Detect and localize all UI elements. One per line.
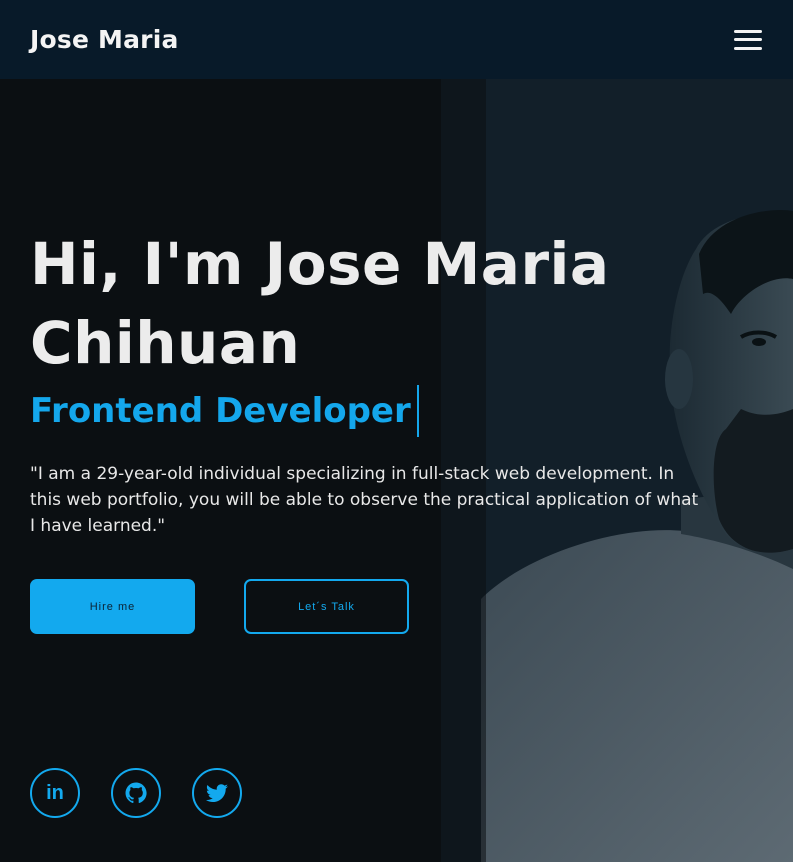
github-icon[interactable] <box>111 768 161 818</box>
hero-title-line2: Chihuan <box>30 309 301 377</box>
hero-content: Hi, I'm Jose Maria Chihuan Frontend Deve… <box>30 225 710 539</box>
hero-title: Hi, I'm Jose Maria Chihuan <box>30 225 710 383</box>
site-logo[interactable]: Jose Maria <box>30 25 179 54</box>
site-header: Jose Maria <box>0 0 793 79</box>
github-glyph <box>125 782 147 804</box>
twitter-icon[interactable] <box>192 768 242 818</box>
menu-bar <box>734 46 762 50</box>
hero-title-line1: Hi, I'm Jose Maria <box>30 230 610 298</box>
linkedin-icon[interactable]: in <box>30 768 80 818</box>
twitter-glyph <box>206 784 228 802</box>
bio-paragraph: "I am a 29-year-old individual specializ… <box>30 464 699 536</box>
menu-bar <box>734 38 762 41</box>
role-subtitle: Frontend Developer <box>30 385 419 437</box>
linkedin-glyph: in <box>46 781 64 804</box>
typing-cursor <box>416 385 419 437</box>
lets-talk-button[interactable]: Let´s Talk <box>244 579 409 634</box>
hire-me-button[interactable]: Hire me <box>30 579 195 634</box>
hero-section: Hi, I'm Jose Maria Chihuan Frontend Deve… <box>0 79 793 862</box>
menu-bar <box>734 29 762 33</box>
role-text: Frontend Developer <box>30 391 411 431</box>
hamburger-menu-icon[interactable] <box>733 27 763 53</box>
